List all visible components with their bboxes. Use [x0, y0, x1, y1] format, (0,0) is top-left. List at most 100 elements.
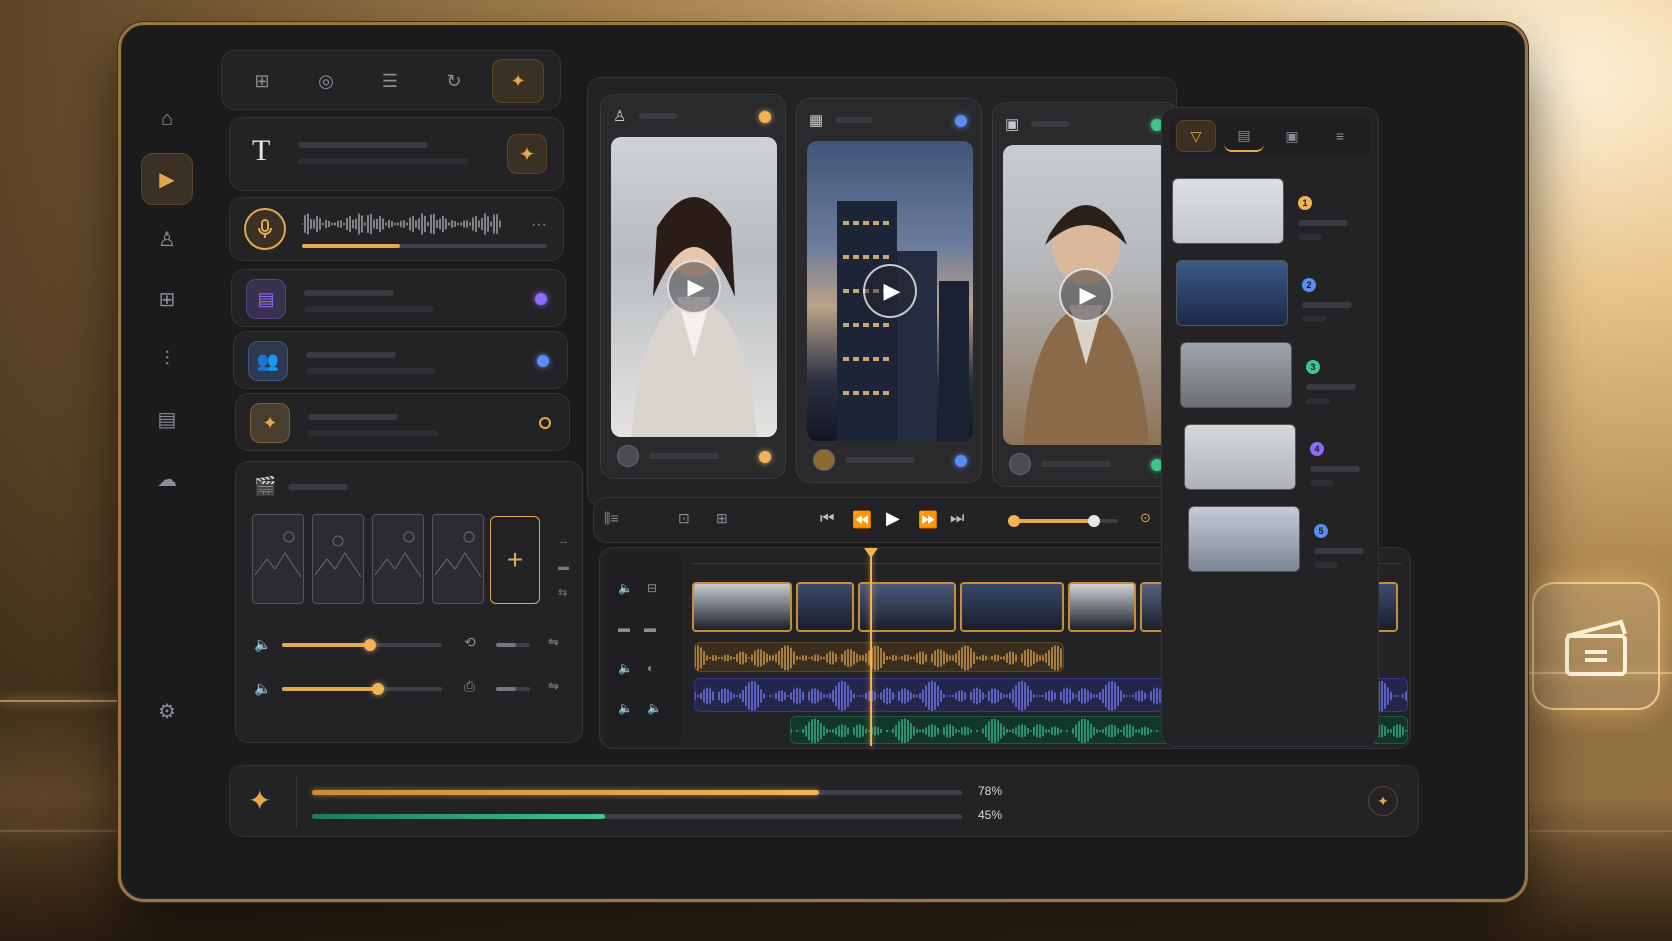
ai-assist-button[interactable]: ✦ — [1368, 786, 1398, 816]
row-line — [304, 290, 394, 296]
list-item[interactable]: ✦ — [235, 393, 570, 451]
timeline-clip[interactable] — [1068, 582, 1136, 632]
loop-icon[interactable]: ⟲ — [464, 634, 476, 651]
play-icon[interactable]: ▶ — [667, 260, 721, 314]
avatar — [813, 449, 835, 471]
tab-list[interactable]: ☰ — [364, 59, 416, 103]
fit-icon[interactable]: ⊙ — [1140, 510, 1151, 526]
play-button[interactable]: ▶ — [886, 508, 900, 529]
list-item[interactable]: ▤ — [231, 269, 566, 327]
tab-grid[interactable]: ⊞ — [236, 59, 288, 103]
sparkle-icon: ✦ — [510, 70, 526, 91]
user-icon: ♙ — [158, 228, 176, 251]
audio-split-icon[interactable]: ⫼≡ — [604, 510, 619, 527]
settings-button[interactable]: ⚙ — [141, 685, 193, 737]
mini-level — [496, 643, 530, 647]
sidebar-item-layout[interactable]: ⊞ — [141, 273, 193, 325]
list-item[interactable]: 👥 — [233, 331, 568, 389]
queue-thumbnail[interactable] — [1180, 342, 1292, 408]
tab-sparkle[interactable]: ✦ — [492, 59, 544, 103]
layout-icon: ⊞ — [158, 288, 176, 311]
scrub-slider[interactable] — [1008, 515, 1118, 527]
sidebar-item-cloud-upload[interactable]: ☁ — [141, 453, 193, 505]
add-scene-button[interactable]: + — [490, 516, 540, 604]
video-card[interactable]: ▦ ▶ — [796, 98, 982, 483]
voice-track[interactable]: ··· — [229, 197, 564, 261]
queue-thumbnail[interactable] — [1176, 260, 1288, 326]
queue-index-badge: 5 — [1314, 524, 1328, 538]
sidebar-item-play-square[interactable]: ▶ — [141, 153, 193, 205]
status-dot — [539, 417, 551, 429]
timeline-clip[interactable] — [796, 582, 854, 632]
sidebar-item-document[interactable]: ▤ — [141, 393, 193, 445]
playhead[interactable] — [864, 548, 878, 746]
volume-icon: 🔈 — [254, 680, 272, 696]
scrub-start-knob[interactable] — [1008, 515, 1020, 527]
queue-thumbnail[interactable] — [1172, 178, 1284, 244]
cloud-upload-icon: ☁ — [157, 468, 177, 491]
menu-icon[interactable]: ≡ — [1320, 120, 1360, 152]
layout-icon[interactable]: ⊞ — [716, 510, 728, 527]
queue-line — [1314, 562, 1338, 568]
queue-line — [1306, 384, 1356, 390]
ai-sparkle-button[interactable]: ✦ — [507, 134, 547, 174]
timeline-clip[interactable] — [960, 582, 1064, 632]
users-icon: 👥 — [248, 341, 288, 381]
video-thumbnail[interactable]: ▶ — [611, 137, 777, 437]
play-icon[interactable]: ▶ — [863, 264, 917, 318]
scene-thumbnail[interactable] — [312, 514, 364, 604]
video-card[interactable]: ♙ ▶ — [600, 94, 786, 479]
scene-side-icons: ↔ ▬ ⇆ — [558, 535, 569, 599]
video-thumbnail[interactable]: ▶ — [807, 141, 973, 441]
audio-wave-icon: ⫶ — [164, 347, 170, 370]
fast-forward-button[interactable]: ⏩ — [918, 510, 938, 530]
scene-thumbnail[interactable] — [372, 514, 424, 604]
more-options-icon[interactable]: ··· — [531, 216, 547, 234]
scrub-knob[interactable] — [1087, 515, 1100, 527]
text-line — [298, 158, 468, 164]
sidebar-item-audio-wave[interactable]: ⫶ — [141, 333, 193, 385]
audio-track-gold[interactable] — [694, 642, 1064, 672]
video-card[interactable]: ▣ ▶ — [992, 102, 1178, 487]
timeline-clip[interactable] — [858, 582, 956, 632]
document-icon: ▤ — [246, 279, 286, 319]
tab-lightbulb[interactable]: ◎ — [300, 59, 352, 103]
microphone-button[interactable] — [244, 208, 286, 250]
card-footer-line — [649, 453, 719, 459]
timeline-clip[interactable] — [692, 582, 792, 632]
sidebar-item-user[interactable]: ♙ — [141, 213, 193, 265]
video-thumbnail[interactable]: ▶ — [1003, 145, 1169, 445]
refresh-icon: ↻ — [446, 70, 462, 91]
sparkle-icon: ✦ — [250, 403, 290, 443]
audio-slider-1[interactable] — [282, 639, 442, 651]
rewind-button[interactable]: ⏪ — [852, 510, 872, 530]
track-icons[interactable]: 🔈⊟ ▬▬ 🔈◐ 🔈🔈 — [618, 568, 676, 728]
save-icon[interactable]: ▤ — [1224, 120, 1264, 152]
queue-thumbnail[interactable] — [1184, 424, 1296, 490]
scene-thumbnail[interactable] — [252, 514, 304, 604]
filter-icon[interactable]: ▽ — [1176, 120, 1216, 152]
scene-panel: 🎬 + ↔ ▬ ⇆ 🔈 ⟲ ⇋ 🔈 ⎙ ⇋ — [235, 461, 583, 743]
scene-thumbnail[interactable] — [432, 514, 484, 604]
queue-thumbnail[interactable] — [1188, 506, 1300, 572]
preview-panel: ♙ ▶ ▦ ▶ ▣ ▶ — [587, 77, 1178, 507]
queue-tabs: ▽ ▤ ▣ ≡ — [1170, 116, 1370, 156]
tab-refresh[interactable]: ↻ — [428, 59, 480, 103]
progress-label-1: 78% — [978, 784, 1003, 798]
caption-icon[interactable]: ⎙ — [464, 678, 475, 695]
sidebar-item-home[interactable]: ⌂ — [141, 93, 193, 145]
skip-end-button[interactable]: ⏭ — [950, 510, 964, 528]
slider-knob[interactable] — [372, 683, 384, 695]
progress-bar-2 — [312, 814, 962, 819]
status-dot — [759, 451, 771, 463]
transport-bar: ⫼≡ ⊡ ⊞ ⏮ ⏪ ▶ ⏩ ⏭ ⊙ — [593, 497, 1173, 543]
skip-start-button[interactable]: ⏮ — [820, 510, 834, 528]
play-icon[interactable]: ▶ — [1059, 268, 1113, 322]
media-icon[interactable]: ▣ — [1272, 120, 1312, 152]
text-block[interactable]: T ✦ — [229, 117, 564, 191]
audio-slider-2[interactable] — [282, 683, 442, 695]
slider-knob[interactable] — [364, 639, 376, 651]
crop-icon[interactable]: ⊡ — [678, 510, 690, 527]
link-icon[interactable]: ⇋ — [548, 678, 559, 694]
link-icon[interactable]: ⇋ — [548, 634, 559, 650]
